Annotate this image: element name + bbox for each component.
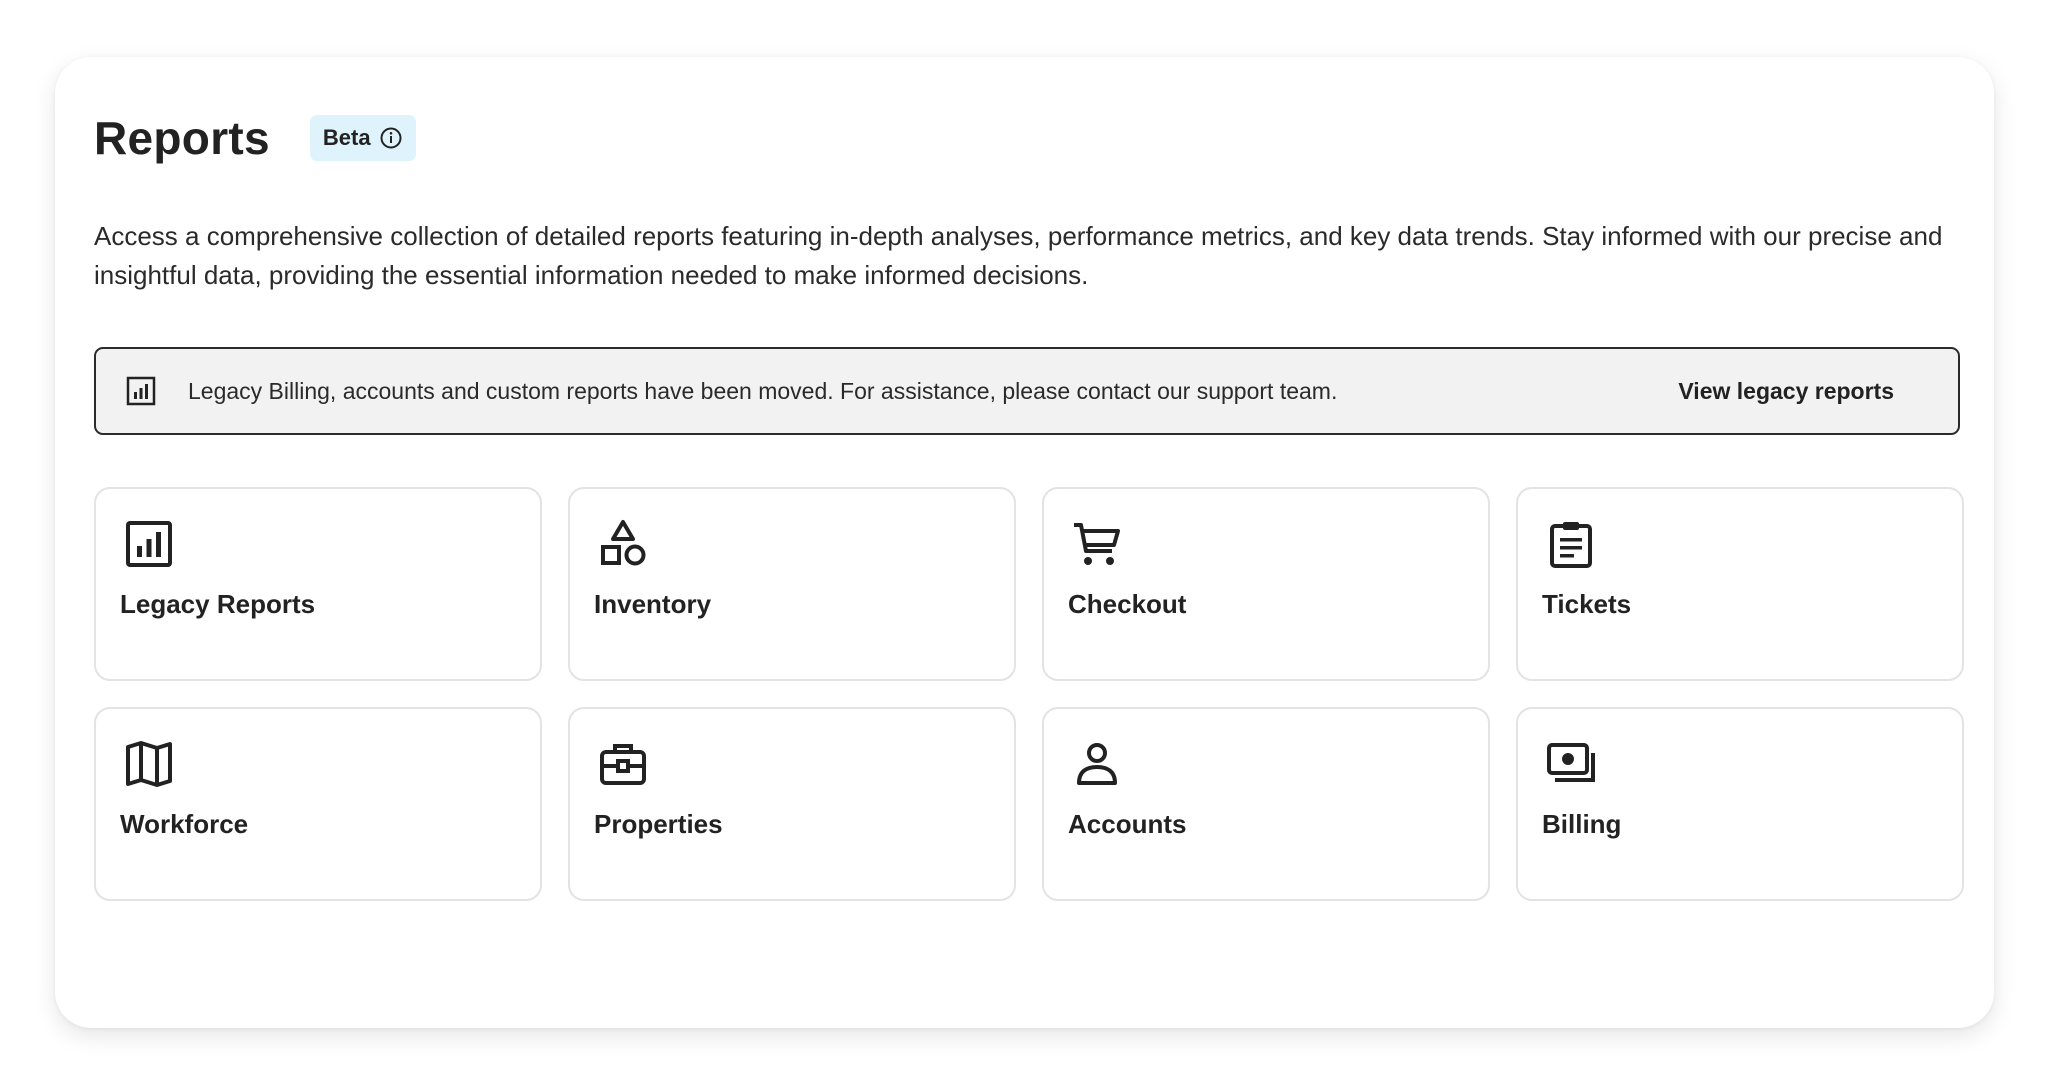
- report-tiles-grid: Legacy Reports Inventory Checkout Ticket…: [94, 487, 1964, 901]
- page-description: Access a comprehensive collection of det…: [94, 221, 1943, 290]
- tile-billing[interactable]: Billing: [1516, 707, 1964, 901]
- bar-chart-icon: [124, 519, 174, 569]
- beta-badge[interactable]: Beta: [309, 115, 416, 161]
- tile-accounts[interactable]: Accounts: [1042, 707, 1490, 901]
- user-icon: [1072, 739, 1122, 789]
- bar-chart-icon: [126, 376, 156, 406]
- shopping-cart-icon: [1072, 519, 1122, 569]
- clipboard-icon: [1546, 519, 1596, 569]
- tile-tickets[interactable]: Tickets: [1516, 487, 1964, 681]
- tile-checkout[interactable]: Checkout: [1042, 487, 1490, 681]
- legacy-notice-banner: Legacy Billing, accounts and custom repo…: [94, 347, 1960, 435]
- tile-label: Tickets: [1542, 589, 1632, 619]
- tile-label: Inventory: [594, 589, 712, 619]
- tile-label: Checkout: [1068, 589, 1187, 619]
- tile-label: Workforce: [120, 809, 249, 839]
- notice-text: Legacy Billing, accounts and custom repo…: [188, 377, 1338, 404]
- tile-label: Legacy Reports: [120, 589, 316, 619]
- tile-workforce[interactable]: Workforce: [94, 707, 542, 901]
- info-icon[interactable]: [379, 126, 403, 150]
- page-title: Reports: [94, 112, 270, 164]
- beta-badge-label: Beta: [322, 125, 371, 150]
- view-legacy-reports-link[interactable]: View legacy reports: [1678, 378, 1894, 405]
- reports-card: Reports Beta Access a comprehensive coll…: [55, 57, 1994, 1028]
- tile-properties[interactable]: Properties: [568, 707, 1016, 901]
- tile-inventory[interactable]: Inventory: [568, 487, 1016, 681]
- tile-label: Properties: [594, 809, 723, 839]
- map-icon: [124, 739, 174, 789]
- money-icon: [1546, 739, 1596, 789]
- tile-label: Accounts: [1068, 809, 1187, 839]
- page-header: Reports Beta: [94, 111, 416, 165]
- tile-legacy-reports[interactable]: Legacy Reports: [94, 487, 542, 681]
- tile-label: Billing: [1542, 809, 1622, 839]
- shapes-icon: [598, 519, 648, 569]
- briefcase-icon: [598, 739, 648, 789]
